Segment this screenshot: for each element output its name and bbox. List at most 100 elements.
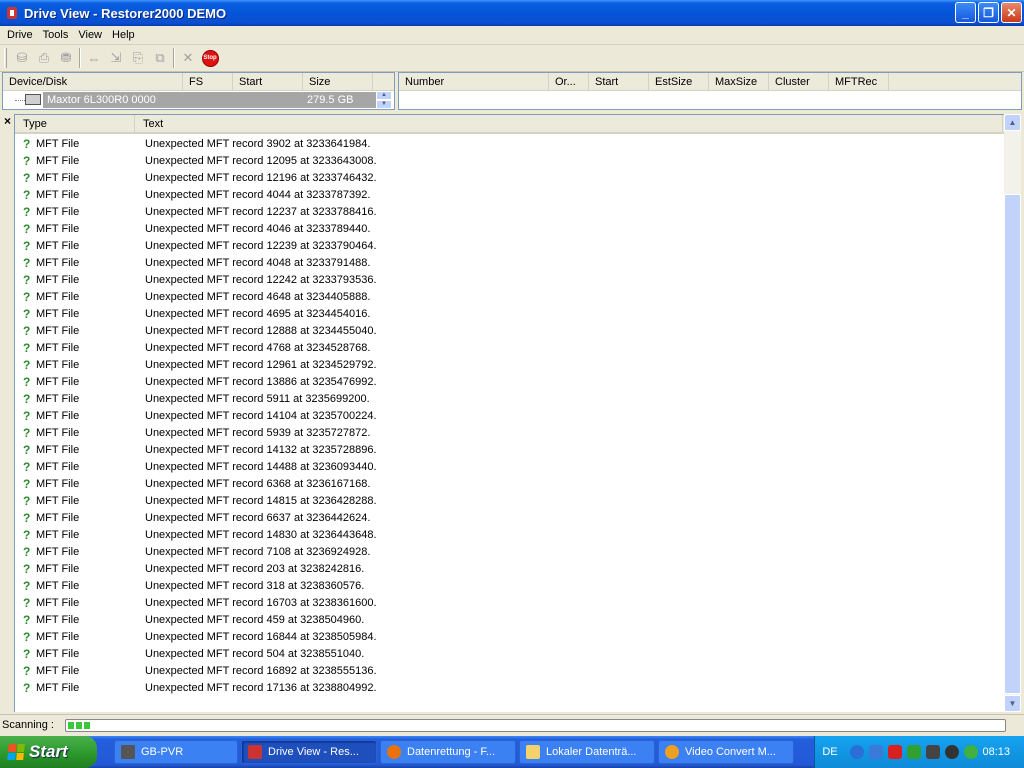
- table-row[interactable]: ? MFT File Unexpected MFT record 4048 at 3…: [15, 254, 1005, 271]
- partition-list[interactable]: Number Or... Start EstSize MaxSize Clust…: [398, 72, 1022, 110]
- column-or[interactable]: Or...: [549, 73, 589, 90]
- windows-logo-icon: [7, 744, 25, 760]
- table-row[interactable]: ? MFT File Unexpected MFT record 4648 at 3…: [15, 288, 1005, 305]
- menu-drive[interactable]: Drive: [2, 29, 38, 41]
- table-row[interactable]: ? MFT File Unexpected MFT record 12239 at …: [15, 237, 1005, 254]
- table-row[interactable]: ? MFT File Unexpected MFT record 14830 at …: [15, 526, 1005, 543]
- table-row[interactable]: ? MFT File Unexpected MFT record 14104 at …: [15, 407, 1005, 424]
- table-row[interactable]: ? MFT File Unexpected MFT record 12961 at …: [15, 356, 1005, 373]
- table-row[interactable]: ? MFT File Unexpected MFT record 12095 at …: [15, 152, 1005, 169]
- menu-help[interactable]: Help: [107, 29, 140, 41]
- log-list[interactable]: Type Text ? MFT File Unexpected MFT record…: [14, 114, 1004, 712]
- table-row[interactable]: ? MFT File Unexpected MFT record 16844 at …: [15, 628, 1005, 645]
- table-row[interactable]: ? MFT File Unexpected MFT record 5911 at 3…: [15, 390, 1005, 407]
- column-fs[interactable]: FS: [183, 73, 233, 90]
- close-button[interactable]: ✕: [1001, 2, 1022, 23]
- menu-view[interactable]: View: [73, 29, 107, 41]
- copy-icon[interactable]: ⎘: [127, 47, 149, 69]
- table-row[interactable]: ? MFT File Unexpected MFT record 459 at 32…: [15, 611, 1005, 628]
- language-indicator[interactable]: DE: [815, 746, 845, 758]
- scroll-up-icon[interactable]: ▲: [1004, 114, 1021, 131]
- stop-button[interactable]: Stop: [199, 47, 221, 69]
- table-row[interactable]: ? MFT File Unexpected MFT record 4046 at 3…: [15, 220, 1005, 237]
- table-row[interactable]: ? MFT File Unexpected MFT record 16892 at …: [15, 662, 1005, 679]
- table-row[interactable]: ? MFT File Unexpected MFT record 5939 at 3…: [15, 424, 1005, 441]
- table-row[interactable]: ? MFT File Unexpected MFT record 17136 at …: [15, 679, 1005, 696]
- clock[interactable]: 08:13: [982, 746, 1010, 758]
- table-row[interactable]: ? MFT File Unexpected MFT record 3902 at 3…: [15, 135, 1005, 152]
- progress-segment: [68, 722, 74, 729]
- column-text[interactable]: Text: [135, 115, 1003, 132]
- table-row[interactable]: ? MFT File Unexpected MFT record 14488 at …: [15, 458, 1005, 475]
- scroll-down-icon[interactable]: ▼: [376, 100, 392, 109]
- column-estsize[interactable]: EstSize: [649, 73, 709, 90]
- close-log-icon[interactable]: ×: [4, 114, 11, 128]
- task-video-convert[interactable]: Video Convert M...: [658, 740, 794, 764]
- title-bar[interactable]: Drive View - Restorer2000 DEMO _ ❐ ✕: [0, 0, 1024, 26]
- task-gb-pvr[interactable]: GB-PVR: [114, 740, 238, 764]
- scan-icon[interactable]: ⛃: [55, 47, 77, 69]
- task-lokaler-datentraeger[interactable]: Lokaler Datenträ...: [519, 740, 655, 764]
- log-scrollbar[interactable]: ▲ ▼: [1004, 114, 1021, 712]
- unknown-type-icon: ?: [23, 289, 31, 304]
- log-pane: × Type Text ? MFT File Unexpected MFT reco…: [0, 112, 1024, 714]
- column-mftrec[interactable]: MFTRec: [829, 73, 889, 90]
- table-row[interactable]: ? MFT File Unexpected MFT record 6637 at 3…: [15, 509, 1005, 526]
- device-list[interactable]: Device/Disk FS Start Size Maxtor 6L300R0…: [2, 72, 395, 110]
- print-icon[interactable]: ⎙: [33, 47, 55, 69]
- device-scrollbar[interactable]: ▲ ▼: [376, 91, 392, 109]
- open-disk-icon[interactable]: ⛁: [11, 47, 33, 69]
- device-row[interactable]: Maxtor 6L300R0 0000 279.5 GB: [3, 92, 379, 108]
- unknown-type-icon: ?: [23, 272, 31, 287]
- table-row[interactable]: ? MFT File Unexpected MFT record 14132 at …: [15, 441, 1005, 458]
- table-row[interactable]: ? MFT File Unexpected MFT record 12888 at …: [15, 322, 1005, 339]
- column-type[interactable]: Type: [15, 115, 135, 132]
- table-row[interactable]: ? MFT File Unexpected MFT record 4695 at 3…: [15, 305, 1005, 322]
- unknown-type-icon: ?: [23, 204, 31, 219]
- scroll-down-icon[interactable]: ▼: [1004, 695, 1021, 712]
- table-row[interactable]: ? MFT File Unexpected MFT record 12237 at …: [15, 203, 1005, 220]
- column-number[interactable]: Number: [399, 73, 549, 90]
- delete-icon[interactable]: ✕: [177, 47, 199, 69]
- column-start[interactable]: Start: [233, 73, 303, 90]
- menu-tools[interactable]: Tools: [38, 29, 74, 41]
- table-row[interactable]: ? MFT File Unexpected MFT record 16703 at …: [15, 594, 1005, 611]
- resize-icon[interactable]: ⇔: [83, 47, 105, 69]
- antivirus-icon[interactable]: [888, 745, 902, 759]
- column-start[interactable]: Start: [589, 73, 649, 90]
- paste-icon[interactable]: ⧉: [149, 47, 171, 69]
- row-text: Unexpected MFT record 12239 at 323379046…: [145, 239, 377, 252]
- network-icon[interactable]: [869, 745, 883, 759]
- table-row[interactable]: ? MFT File Unexpected MFT record 12242 at …: [15, 271, 1005, 288]
- row-text: Unexpected MFT record 4046 at 3233789440…: [145, 222, 371, 235]
- column-device-disk[interactable]: Device/Disk: [3, 73, 183, 90]
- table-row[interactable]: ? MFT File Unexpected MFT record 14815 at …: [15, 492, 1005, 509]
- table-row[interactable]: ? MFT File Unexpected MFT record 7108 at 3…: [15, 543, 1005, 560]
- messenger-icon[interactable]: [964, 745, 978, 759]
- table-row[interactable]: ? MFT File Unexpected MFT record 203 at 32…: [15, 560, 1005, 577]
- table-row[interactable]: ? MFT File Unexpected MFT record 4044 at 3…: [15, 186, 1005, 203]
- monitor-icon[interactable]: [907, 745, 921, 759]
- audio-icon[interactable]: [926, 745, 940, 759]
- table-row[interactable]: ? MFT File Unexpected MFT record 6368 at 3…: [15, 475, 1005, 492]
- table-row[interactable]: ? MFT File Unexpected MFT record 504 at 32…: [15, 645, 1005, 662]
- table-row[interactable]: ? MFT File Unexpected MFT record 4768 at 3…: [15, 339, 1005, 356]
- task-datenrettung[interactable]: Datenrettung - F...: [380, 740, 516, 764]
- table-row[interactable]: ? MFT File Unexpected MFT record 318 at 32…: [15, 577, 1005, 594]
- scroll-up-icon[interactable]: ▲: [376, 91, 392, 100]
- column-size[interactable]: Size: [303, 73, 373, 90]
- table-row[interactable]: ? MFT File Unexpected MFT record 13886 at …: [15, 373, 1005, 390]
- start-button[interactable]: Start: [0, 736, 97, 768]
- row-type: MFT File: [36, 596, 80, 609]
- row-text: Unexpected MFT record 14815 at 323642828…: [145, 494, 377, 507]
- show-hidden-icons-icon[interactable]: [850, 745, 864, 759]
- google-icon[interactable]: [945, 745, 959, 759]
- minimize-button[interactable]: _: [955, 2, 976, 23]
- task-drive-view[interactable]: Drive View - Res...: [241, 740, 377, 764]
- scroll-thumb[interactable]: [1004, 194, 1021, 694]
- maximize-button[interactable]: ❐: [978, 2, 999, 23]
- column-maxsize[interactable]: MaxSize: [709, 73, 769, 90]
- column-cluster[interactable]: Cluster: [769, 73, 829, 90]
- table-row[interactable]: ? MFT File Unexpected MFT record 12196 at …: [15, 169, 1005, 186]
- export-icon[interactable]: ⇲: [105, 47, 127, 69]
